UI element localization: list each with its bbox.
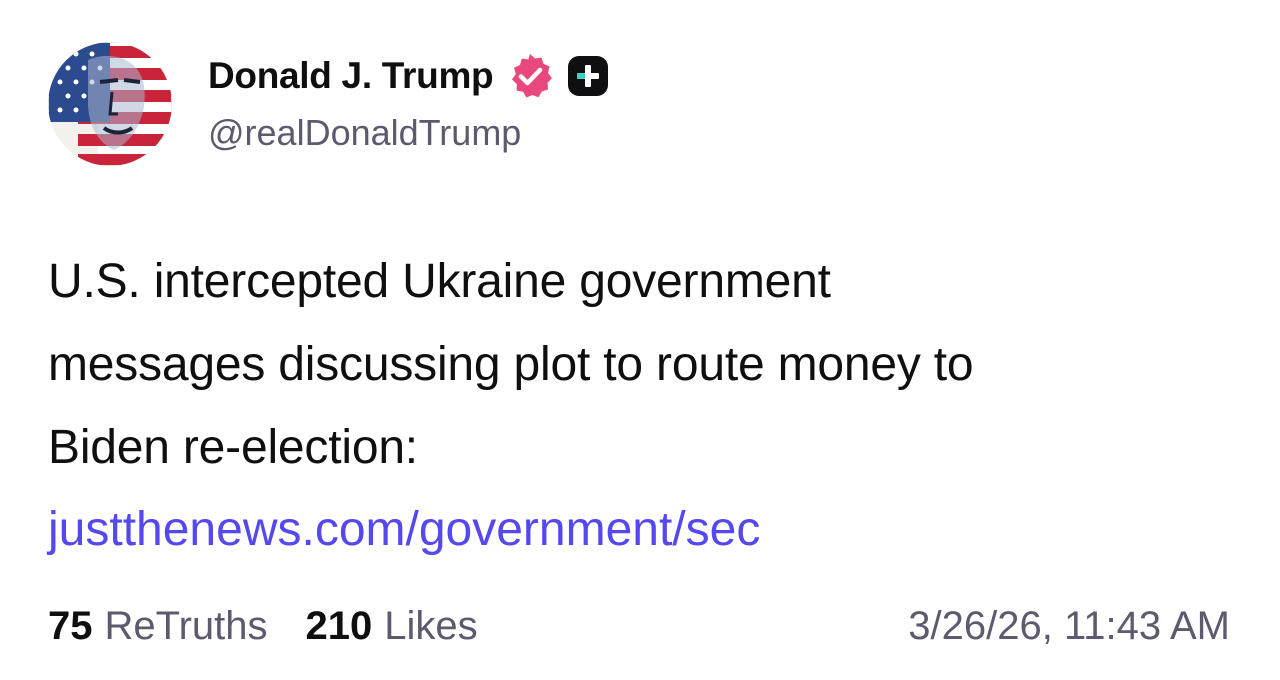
likes-stat[interactable]: 210 Likes bbox=[306, 604, 478, 649]
post-link[interactable]: justthenews.com/government/sec bbox=[48, 488, 760, 571]
retruths-stat[interactable]: 75 ReTruths bbox=[48, 604, 268, 649]
post-text-line: messages discussing plot to route money … bbox=[48, 338, 974, 391]
post-text: U.S. intercepted Ukraine government mess… bbox=[48, 240, 1238, 489]
author-handle[interactable]: @realDonaldTrump bbox=[208, 112, 521, 154]
post-stats: 75 ReTruths 210 Likes bbox=[48, 604, 478, 649]
retruths-label: ReTruths bbox=[104, 604, 268, 648]
likes-label: Likes bbox=[384, 604, 478, 648]
truth-plus-badge-icon bbox=[565, 53, 611, 99]
post-text-line: U.S. intercepted Ukraine government bbox=[48, 255, 831, 308]
author-display-name[interactable]: Donald J. Trump bbox=[208, 55, 494, 97]
author-avatar[interactable] bbox=[48, 42, 172, 166]
post-timestamp: 3/26/26, 11:43 AM bbox=[908, 604, 1230, 648]
post-text-line: Biden re-election: bbox=[48, 421, 418, 474]
post-card: Donald J. Trump @realDonaldTrump U.S. in… bbox=[0, 0, 1280, 680]
retruths-count: 75 bbox=[48, 604, 93, 648]
verified-badge-icon bbox=[505, 51, 555, 101]
author-name-row: Donald J. Trump bbox=[208, 50, 611, 102]
likes-count: 210 bbox=[305, 604, 373, 648]
